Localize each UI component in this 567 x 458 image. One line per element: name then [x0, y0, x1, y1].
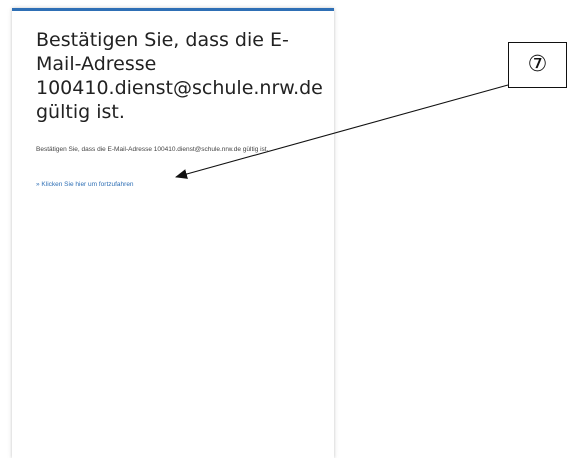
screenshot-stage: Bestätigen Sie, dass die E-Mail-Adresse …	[0, 0, 567, 458]
confirmation-card: Bestätigen Sie, dass die E-Mail-Adresse …	[12, 8, 334, 458]
annotation-callout-box: ⑦	[508, 42, 567, 88]
annotation-callout-number: ⑦	[527, 52, 548, 77]
page-title: Bestätigen Sie, dass die E-Mail-Adresse …	[36, 29, 323, 123]
continue-link[interactable]: » Klicken Sie hier um fortzufahren	[36, 180, 134, 189]
confirmation-message: Bestätigen Sie, dass die E-Mail-Adresse …	[36, 146, 269, 153]
